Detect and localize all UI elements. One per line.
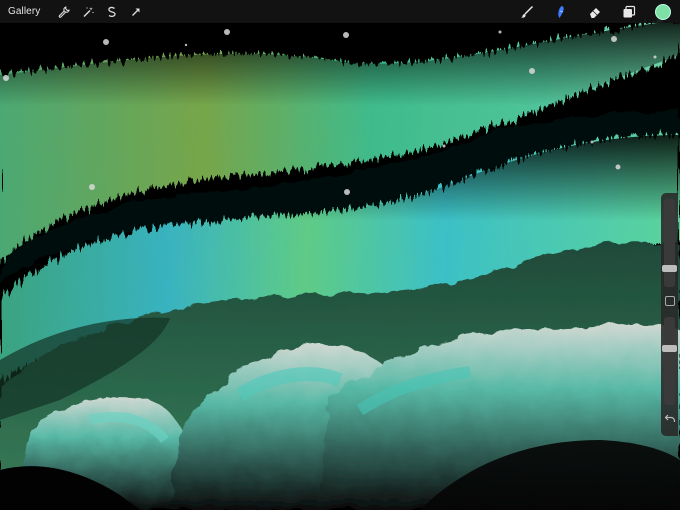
eraser-icon[interactable] [578,0,612,23]
drawing-canvas[interactable] [0,0,680,510]
smudge-icon[interactable] [544,0,578,23]
brush-size-slider[interactable] [662,199,677,287]
side-toolbar [661,193,678,436]
brush-icon[interactable] [510,0,544,23]
gallery-button[interactable]: Gallery [8,6,40,17]
magic-wand-icon[interactable] [76,0,100,23]
square-modify-icon[interactable] [665,296,675,306]
color-swatch[interactable] [646,0,680,23]
layers-icon[interactable] [612,0,646,23]
selection-icon[interactable] [100,0,124,23]
current-color-dot[interactable] [655,3,671,20]
brush-size-thumb[interactable] [662,265,677,272]
wrench-icon[interactable] [52,0,76,23]
opacity-thumb[interactable] [662,345,677,352]
opacity-slider[interactable] [662,317,677,405]
undo-icon[interactable] [664,411,676,423]
top-toolbar: Gallery [0,0,680,23]
aurora-painting [0,0,680,510]
transform-arrow-icon[interactable] [124,0,148,23]
